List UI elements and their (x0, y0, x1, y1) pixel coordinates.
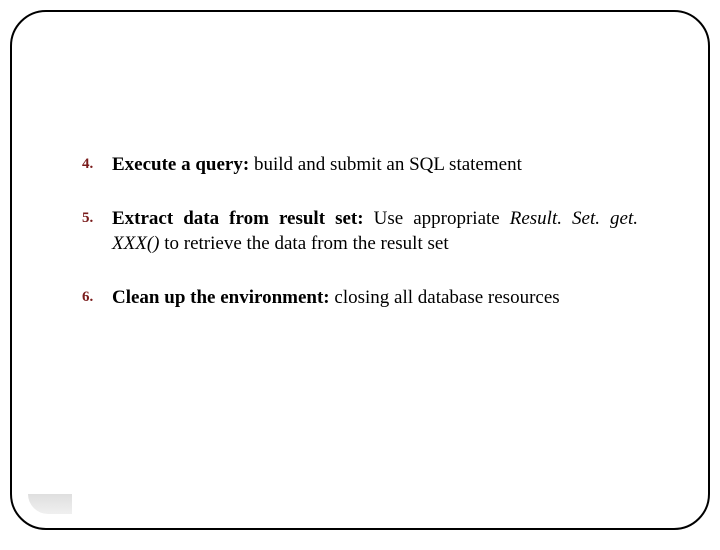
list-item: 6. Clean up the environment: closing all… (82, 285, 638, 311)
item-text-pre: Use appropriate (374, 208, 510, 229)
item-number: 6. (82, 285, 112, 307)
slide-frame: 4. Execute a query: build and submit an … (10, 10, 710, 530)
step-list: 4. Execute a query: build and submit an … (82, 152, 638, 311)
item-body: Execute a query: build and submit an SQL… (112, 152, 638, 178)
item-heading: Clean up the environment: (112, 287, 334, 308)
item-text: closing all database resources (334, 287, 559, 308)
item-heading: Extract data from result set: (112, 208, 374, 229)
corner-accent-icon (28, 494, 72, 514)
item-number: 5. (82, 206, 112, 228)
item-body: Clean up the environment: closing all da… (112, 285, 638, 311)
item-heading: Execute a query: (112, 154, 254, 175)
list-item: 5. Extract data from result set: Use app… (82, 206, 638, 257)
list-item: 4. Execute a query: build and submit an … (82, 152, 638, 178)
item-text-post: to retrieve the data from the result set (159, 233, 448, 254)
item-text: build and submit an SQL statement (254, 154, 522, 175)
item-body: Extract data from result set: Use approp… (112, 206, 638, 257)
item-number: 4. (82, 152, 112, 174)
